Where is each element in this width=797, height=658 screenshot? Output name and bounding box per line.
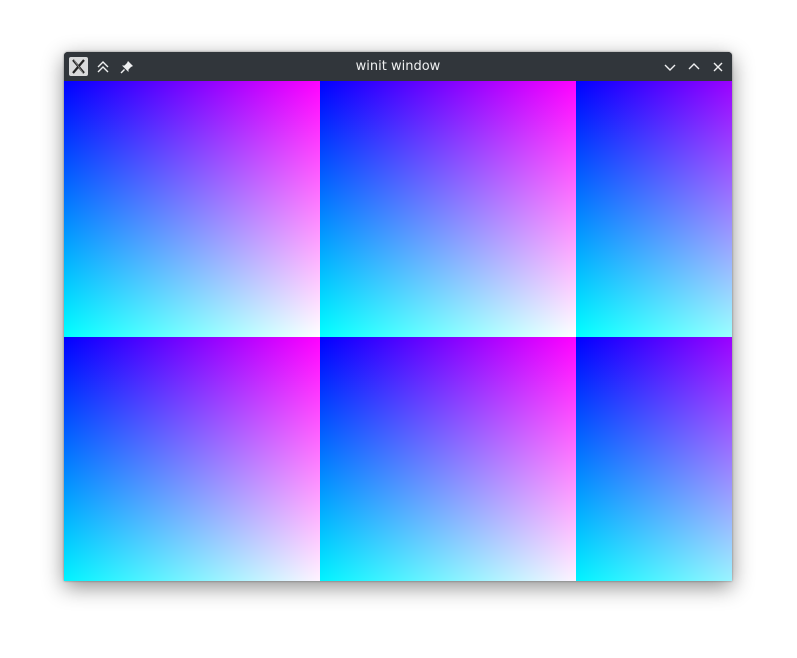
close-icon[interactable] bbox=[709, 58, 726, 75]
app-window: winit window bbox=[64, 52, 732, 581]
render-canvas[interactable] bbox=[64, 81, 732, 581]
gradient-tile bbox=[64, 81, 320, 337]
gradient-tile bbox=[320, 337, 576, 581]
minimize-icon[interactable] bbox=[661, 58, 678, 75]
gradient-tile bbox=[64, 337, 320, 581]
gradient-tile bbox=[576, 337, 732, 581]
maximize-icon[interactable] bbox=[685, 58, 702, 75]
gradient-tiles bbox=[64, 81, 732, 581]
gradient-tile bbox=[320, 81, 576, 337]
title-bar[interactable]: winit window bbox=[64, 52, 732, 81]
gradient-tile bbox=[576, 81, 732, 337]
window-title: winit window bbox=[355, 59, 441, 74]
